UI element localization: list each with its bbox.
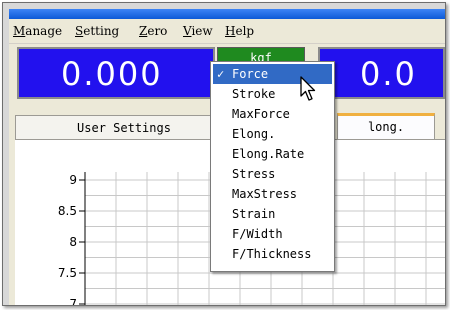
menu-setting-label: etting — [83, 24, 120, 38]
dropdown-item-f-width[interactable]: F/Width — [213, 224, 332, 244]
menu-zero[interactable]: Zero — [139, 24, 167, 38]
dropdown-item-elong[interactable]: Elong. — [213, 124, 332, 144]
y-tick-label: 8 — [69, 235, 77, 249]
y-tick-label: 7 — [69, 297, 77, 305]
dropdown-item-maxforce[interactable]: MaxForce — [213, 104, 332, 124]
tab-user-settings[interactable]: User Settings — [15, 115, 233, 139]
y-tick-label: 7.5 — [58, 266, 77, 280]
dropdown-item-stress[interactable]: Stress — [213, 164, 332, 184]
menu-manage[interactable]: Manage — [13, 24, 62, 38]
mouse-pointer-icon — [300, 76, 316, 101]
menu-setting-mnemonic: S — [75, 24, 84, 38]
check-icon: ✓ — [217, 67, 225, 81]
secondary-display-panel: 0.0 — [318, 47, 445, 99]
menu-view[interactable]: View — [183, 24, 213, 38]
y-axis: 9 8.5 8 7.5 7 — [58, 172, 86, 305]
dropdown-item-label: Force — [232, 67, 269, 81]
tab-elong[interactable]: long. — [337, 113, 435, 139]
dropdown-item-strain[interactable]: Strain — [213, 204, 332, 224]
y-tick-label: 9 — [69, 173, 77, 187]
menu-zero-label: ero — [147, 24, 168, 38]
y-tick-label: 8.5 — [58, 204, 77, 218]
menu-bar: Manage Setting Zero View Help — [9, 19, 445, 44]
secondary-readout: 0.0 — [360, 55, 417, 93]
force-display-panel: 0.000 — [17, 47, 215, 99]
menu-help-mnemonic: H — [225, 24, 236, 38]
force-readout: 0.000 — [61, 55, 163, 93]
dropdown-item-f-thickness[interactable]: F/Thickness — [213, 244, 332, 264]
menu-manage-mnemonic: M — [13, 24, 26, 38]
dropdown-item-maxstress[interactable]: MaxStress — [213, 184, 332, 204]
title-bar — [9, 9, 445, 19]
menu-help[interactable]: Help — [225, 24, 254, 38]
menu-view-label: iew — [191, 24, 213, 38]
menu-help-label: elp — [235, 24, 255, 38]
menu-manage-label: anage — [25, 24, 63, 38]
dropdown-item-elong-rate[interactable]: Elong.Rate — [213, 144, 332, 164]
menu-setting[interactable]: Setting — [75, 24, 119, 38]
